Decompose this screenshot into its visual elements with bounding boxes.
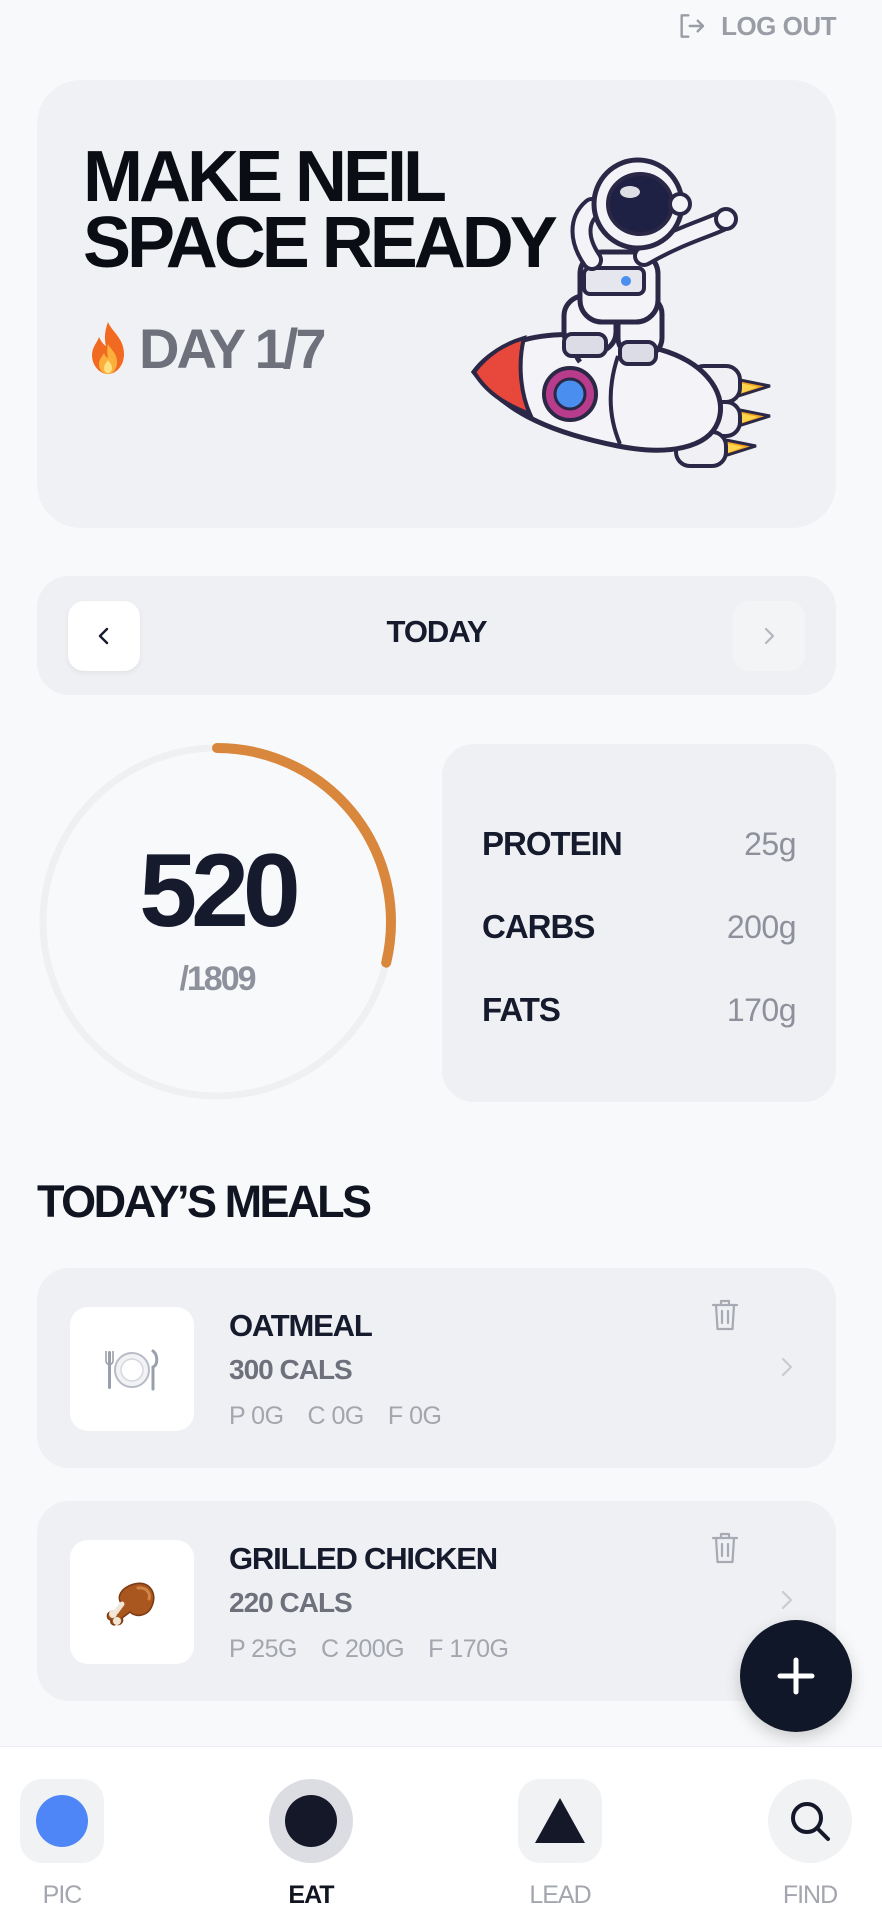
nav-label: FIND <box>782 1881 838 1909</box>
delete-meal-button[interactable] <box>710 1298 740 1332</box>
meal-protein: P 25G <box>229 1635 297 1663</box>
challenge-card: MAKE NEIL SPACE READY DAY 1/7 <box>37 80 836 528</box>
current-date-label: TODAY <box>386 614 487 649</box>
black-dot-icon <box>285 1795 337 1847</box>
add-meal-button[interactable] <box>740 1620 852 1732</box>
day-label: DAY 1/7 <box>139 317 326 380</box>
chevron-right-icon <box>764 627 775 645</box>
nav-item-lead[interactable]: LEAD <box>500 1779 620 1910</box>
meal-thumbnail <box>70 1307 194 1431</box>
macro-row-fats: FATS 170g <box>482 990 797 1030</box>
meal-card-grilled-chicken[interactable]: GRILLED CHICKEN 220 CALS P 25G C 200G F … <box>37 1501 836 1701</box>
nav-icon-container <box>518 1779 602 1863</box>
macro-row-carbs: CARBS 200g <box>482 907 797 947</box>
calories-consumed: 520 <box>139 833 301 949</box>
date-navigator: TODAY <box>37 576 836 695</box>
nav-icon-container <box>768 1779 852 1863</box>
blue-dot-icon <box>36 1795 88 1847</box>
triangle-icon <box>535 1798 585 1843</box>
meal-macros: P 25G C 200G F 170G <box>229 1635 509 1664</box>
meal-name: GRILLED CHICKEN <box>229 1541 498 1576</box>
nav-icon-container <box>269 1779 353 1863</box>
logout-button[interactable]: LOG OUT <box>675 10 836 42</box>
macro-value: 170g <box>726 991 797 1028</box>
meal-card-oatmeal[interactable]: OATMEAL 300 CALS P 0G C 0G F 0G <box>37 1268 836 1468</box>
meal-thumbnail <box>70 1540 194 1664</box>
search-icon <box>791 1802 830 1841</box>
meal-calories: 220 CALS <box>229 1587 353 1618</box>
logout-label: LOG OUT <box>721 10 836 41</box>
meal-carbs: C 0G <box>307 1402 365 1430</box>
meal-fats: F 170G <box>428 1635 509 1663</box>
astronaut-rocket-illustration <box>470 157 771 468</box>
plus-icon <box>777 1657 815 1695</box>
macro-value: 25g <box>744 825 796 862</box>
macro-value: 200g <box>726 908 797 945</box>
next-day-button[interactable] <box>733 601 805 671</box>
nav-item-eat[interactable]: EAT <box>251 1779 371 1910</box>
meal-macros: P 0G C 0G F 0G <box>229 1402 442 1431</box>
plate-icon <box>105 1349 159 1391</box>
nav-label: PIC <box>42 1881 83 1909</box>
logout-icon <box>680 14 705 38</box>
meals-section-title: TODAY’S MEALS <box>37 1176 372 1227</box>
macros-card: PROTEIN 25g CARBS 200g FATS 170g <box>442 744 836 1102</box>
nav-label: LEAD <box>529 1881 591 1909</box>
meal-name: OATMEAL <box>229 1308 373 1343</box>
macro-label: FATS <box>482 991 561 1028</box>
chevron-right-icon <box>781 1590 793 1610</box>
nav-item-pic[interactable]: PIC <box>2 1779 122 1910</box>
macro-label: PROTEIN <box>482 825 623 862</box>
flame-icon <box>92 321 124 374</box>
meal-carbs: C 200G <box>320 1635 405 1663</box>
nav-item-find[interactable]: FIND <box>750 1779 870 1910</box>
drumstick-icon <box>106 1582 155 1626</box>
meal-calories: 300 CALS <box>229 1354 353 1385</box>
app-screen: LOG OUT MAKE NEIL SPACE READY DAY 1/7 TO… <box>0 0 882 1926</box>
calorie-progress-ring: 520 /1809 <box>37 742 397 1102</box>
day-counter: DAY 1/7 <box>83 316 326 381</box>
macro-row-protein: PROTEIN 25g <box>482 824 796 864</box>
chevron-right-icon <box>781 1357 793 1377</box>
delete-meal-button[interactable] <box>710 1531 740 1565</box>
bottom-navigation: PIC EAT LEAD FIND <box>0 1746 882 1926</box>
meal-protein: P 0G <box>229 1402 284 1430</box>
calories-goal: /1809 <box>179 960 256 998</box>
macro-label: CARBS <box>482 908 595 945</box>
nav-label: EAT <box>288 1881 334 1909</box>
nav-icon-container <box>20 1779 104 1863</box>
meal-fats: F 0G <box>387 1402 442 1430</box>
